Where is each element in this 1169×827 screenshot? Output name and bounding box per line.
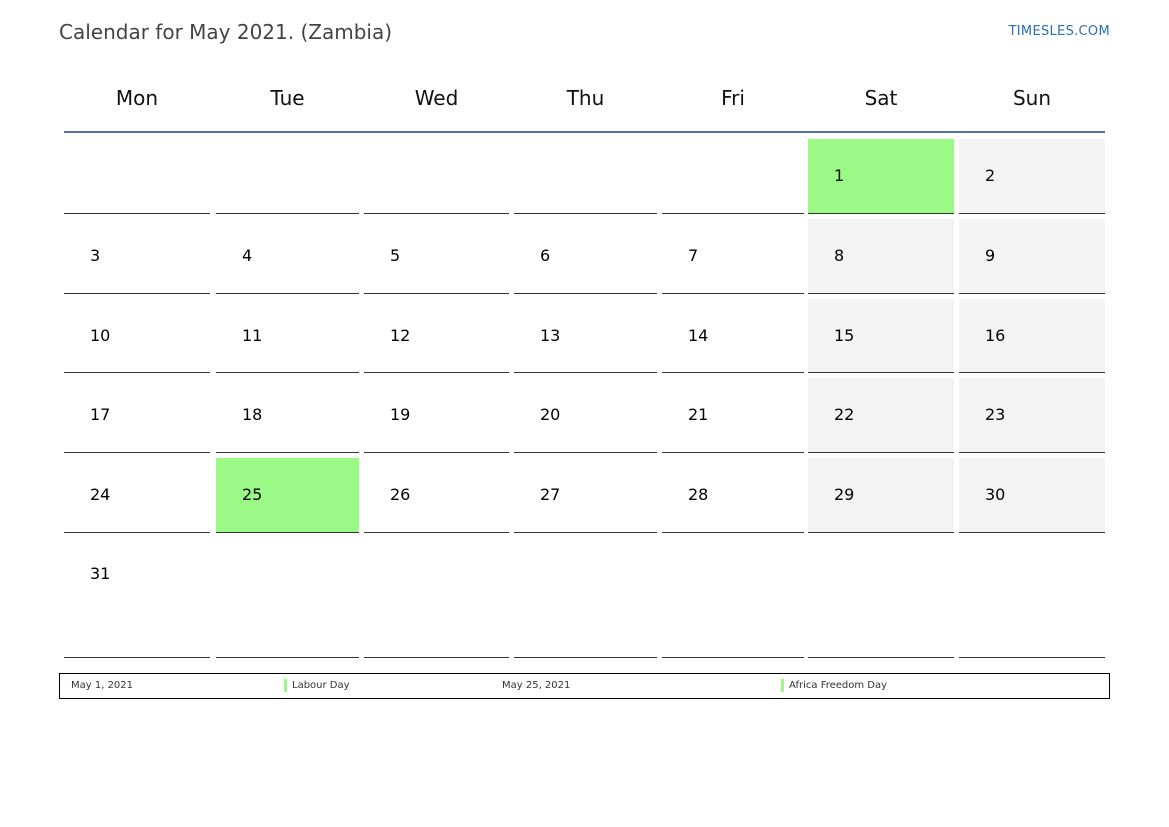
day-number: 23 [985,405,1006,424]
day-number: 8 [834,246,845,265]
header-divider [64,131,1105,133]
day-number: 21 [688,405,709,424]
day-cell-1[interactable]: 1 [808,139,954,214]
day-number: 19 [390,405,411,424]
day-number: 31 [90,564,111,583]
day-number: 28 [688,485,709,504]
day-number: 26 [390,485,411,504]
day-cell-19[interactable]: 19 [364,378,509,453]
day-number: 30 [985,485,1006,504]
day-number: 17 [90,405,111,424]
weekday-sat: Sat [864,86,898,110]
day-number: 11 [242,326,263,345]
day-cell-24[interactable]: 24 [64,458,210,533]
day-cell-22[interactable]: 22 [808,378,954,453]
day-cell-30[interactable]: 30 [959,458,1105,533]
empty-day-cell [808,537,954,658]
day-cell-23[interactable]: 23 [959,378,1105,453]
day-cell-25[interactable]: 25 [216,458,359,533]
day-cell-8[interactable]: 8 [808,219,954,294]
day-cell-27[interactable]: 27 [514,458,657,533]
day-cell-6[interactable]: 6 [514,219,657,294]
day-cell-29[interactable]: 29 [808,458,954,533]
weekday-thu: Thu [566,86,605,110]
holiday-color-swatch [781,679,784,692]
day-cell-15[interactable]: 15 [808,299,954,373]
empty-day-cell [364,537,509,658]
day-number: 7 [688,246,699,265]
day-cell-5[interactable]: 5 [364,219,509,294]
day-number: 4 [242,246,253,265]
day-number: 22 [834,405,855,424]
day-number: 20 [540,405,561,424]
day-number: 12 [390,326,411,345]
day-cell-10[interactable]: 10 [64,299,210,373]
legend-holiday-name: Africa Freedom Day [789,680,888,691]
day-cell-26[interactable]: 26 [364,458,509,533]
day-cell-20[interactable]: 20 [514,378,657,453]
legend-date: May 1, 2021 [71,680,134,691]
day-cell-21[interactable]: 21 [662,378,804,453]
day-number: 10 [90,326,111,345]
weekday-fri: Fri [721,86,745,110]
site-link[interactable]: TIMESLES.COM [1009,24,1110,39]
day-cell-11[interactable]: 11 [216,299,359,373]
weekday-tue: Tue [270,86,305,110]
empty-day-cell [662,537,804,658]
day-number: 18 [242,405,263,424]
weekday-header-row: Mon Tue Wed Thu Fri Sat Sun [64,86,1105,112]
day-number: 24 [90,485,111,504]
day-number: 2 [985,166,996,185]
day-cell-31[interactable]: 31 [64,537,210,658]
day-number: 27 [540,485,561,504]
empty-day-cell [514,537,657,658]
page-title: Calendar for May 2021. (Zambia) [59,20,393,44]
day-cell-28[interactable]: 28 [662,458,804,533]
legend-date: May 25, 2021 [502,680,571,691]
legend-holiday-name: Labour Day [292,680,350,691]
day-cell-9[interactable]: 9 [959,219,1105,294]
holiday-legend: May 1, 2021 Labour Day May 25, 2021 Africa … [59,673,1110,699]
day-number: 1 [834,166,845,185]
empty-day-cell [514,139,657,214]
empty-day-cell [216,537,359,658]
day-number: 14 [688,326,709,345]
day-cell-3[interactable]: 3 [64,219,210,294]
weekday-wed: Wed [414,86,459,110]
empty-day-cell [364,139,509,214]
day-number: 5 [390,246,401,265]
empty-day-cell [64,139,210,214]
holiday-color-swatch [284,679,287,692]
day-number: 15 [834,326,855,345]
day-cell-14[interactable]: 14 [662,299,804,373]
day-cell-17[interactable]: 17 [64,378,210,453]
day-cell-7[interactable]: 7 [662,219,804,294]
day-number: 3 [90,246,101,265]
empty-day-cell [662,139,804,214]
day-cell-12[interactable]: 12 [364,299,509,373]
day-cell-13[interactable]: 13 [514,299,657,373]
day-number: 6 [540,246,551,265]
day-number: 16 [985,326,1006,345]
weekday-mon: Mon [115,86,159,110]
day-number: 29 [834,485,855,504]
day-cell-4[interactable]: 4 [216,219,359,294]
day-number: 25 [242,485,263,504]
day-number: 9 [985,246,996,265]
day-cell-18[interactable]: 18 [216,378,359,453]
empty-day-cell [959,537,1105,658]
day-cell-2[interactable]: 2 [959,139,1105,214]
day-cell-16[interactable]: 16 [959,299,1105,373]
empty-day-cell [216,139,359,214]
day-number: 13 [540,326,561,345]
weekday-sun: Sun [1012,86,1052,110]
